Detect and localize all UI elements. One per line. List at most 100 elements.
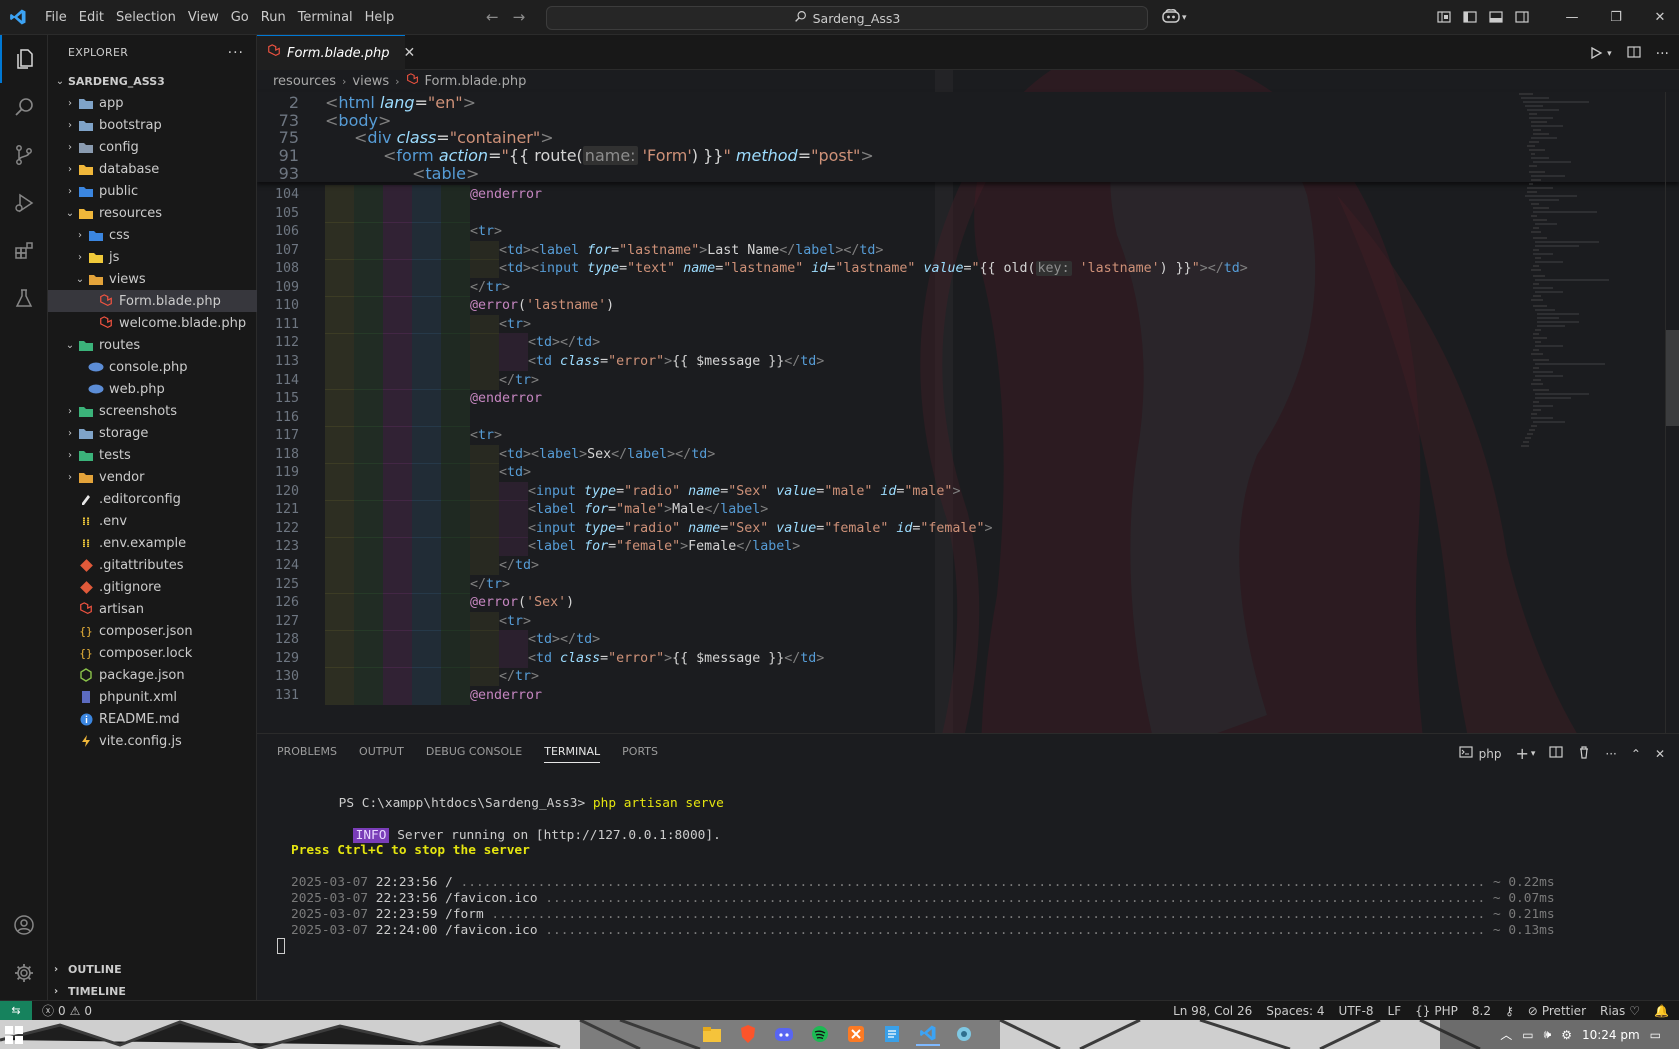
maximize-panel-icon[interactable]: ⌃: [1631, 747, 1641, 761]
tab-debug-console[interactable]: DEBUG CONSOLE: [426, 745, 522, 758]
run-icon[interactable]: [1589, 45, 1603, 64]
file-package-json[interactable]: package.json: [48, 664, 257, 686]
indentation[interactable]: Spaces: 4: [1266, 1004, 1324, 1018]
folder-public[interactable]: › public: [48, 180, 257, 202]
notepad-icon[interactable]: [880, 1022, 904, 1046]
code-line[interactable]: <td><label>Sex</label></td>: [499, 445, 715, 464]
code-line[interactable]: <html lang="en">: [325, 93, 476, 112]
file-welcome-blade-php[interactable]: welcome.blade.php: [48, 312, 257, 334]
folder-js[interactable]: › js: [48, 246, 257, 268]
file-artisan[interactable]: artisan: [48, 598, 257, 620]
maximize-button[interactable]: ❐: [1594, 0, 1638, 35]
file-gitattributes[interactable]: .gitattributes: [48, 554, 257, 576]
customize-layout-icon[interactable]: [1436, 9, 1452, 25]
code-line[interactable]: @enderror: [470, 686, 542, 705]
code-line[interactable]: <body>: [325, 111, 391, 130]
file-vite-config-js[interactable]: vite.config.js: [48, 730, 257, 752]
code-line[interactable]: </tr>: [499, 667, 539, 686]
code-line[interactable]: <tr>: [499, 612, 531, 631]
notifications-icon[interactable]: ▭: [1650, 1028, 1661, 1042]
code-line[interactable]: </tr>: [499, 371, 539, 390]
encoding[interactable]: UTF-8: [1339, 1004, 1374, 1018]
file-composer-json[interactable]: {} composer.json: [48, 620, 257, 642]
breadcrumb-item[interactable]: Form.blade.php: [425, 74, 527, 89]
account-icon[interactable]: [0, 901, 48, 949]
timeline-section[interactable]: › TIMELINE: [48, 980, 257, 1002]
code-line[interactable]: @enderror: [470, 185, 542, 204]
run-debug-icon[interactable]: [0, 179, 48, 227]
file-readme-md[interactable]: README.md: [48, 708, 257, 730]
folder-config[interactable]: › config: [48, 136, 257, 158]
toggle-panel-icon[interactable]: [1488, 9, 1504, 25]
code-line[interactable]: <input type="radio" name="Sex" value="fe…: [528, 519, 992, 538]
code-line[interactable]: <table>: [412, 164, 479, 183]
menu-go[interactable]: Go: [225, 0, 255, 35]
file-gitignore[interactable]: .gitignore: [48, 576, 257, 598]
command-center-search[interactable]: Sardeng_Ass3: [546, 6, 1148, 30]
folder-css[interactable]: › css: [48, 224, 257, 246]
settings-icon[interactable]: ⚙: [1561, 1028, 1572, 1042]
folder-database[interactable]: › database: [48, 158, 257, 180]
folder-tests[interactable]: › tests: [48, 444, 257, 466]
toggle-secondary-sidebar-icon[interactable]: [1514, 9, 1530, 25]
minimap[interactable]: [1519, 92, 1619, 492]
chevron-down-icon[interactable]: ▾: [1531, 749, 1536, 759]
more-actions-icon[interactable]: ···: [1656, 46, 1669, 62]
more-actions-icon[interactable]: ···: [228, 45, 244, 61]
tab-output[interactable]: OUTPUT: [359, 745, 404, 758]
code-line[interactable]: </tr>: [470, 575, 510, 594]
minimize-button[interactable]: —: [1550, 0, 1594, 35]
source-control-icon[interactable]: [0, 131, 48, 179]
sticky-scroll-header[interactable]: 2 <html lang="en"> 73 <body> 75 <div class="c…: [257, 92, 1679, 183]
folder-resources[interactable]: ⌄ resources: [48, 202, 257, 224]
copilot-button[interactable]: ▾: [1162, 8, 1187, 28]
code-line[interactable]: <div class="container">: [354, 128, 554, 147]
code-line[interactable]: </tr>: [470, 278, 510, 297]
code-line[interactable]: <label for="female">Female</label>: [528, 537, 800, 556]
line-ending[interactable]: LF: [1388, 1004, 1402, 1018]
account-status[interactable]: Rias ♡: [1600, 1004, 1640, 1018]
code-line[interactable]: <tr>: [470, 222, 502, 241]
file-explorer-icon[interactable]: [700, 1022, 724, 1046]
close-panel-icon[interactable]: ✕: [1655, 747, 1665, 761]
chevron-up-icon[interactable]: ︿: [1500, 1026, 1512, 1043]
file-web-php[interactable]: web.php: [48, 378, 257, 400]
network-icon[interactable]: ▭: [1522, 1028, 1533, 1042]
code-line[interactable]: <form action="{{ route(name: 'Form') }}"…: [383, 146, 874, 166]
code-line[interactable]: </td>: [499, 556, 539, 575]
trash-icon[interactable]: [1577, 745, 1591, 762]
menu-view[interactable]: View: [182, 0, 225, 35]
remote-indicator[interactable]: ⇆: [0, 1000, 32, 1021]
code-line[interactable]: <label for="male">Male</label>: [528, 500, 768, 519]
notifications-bell-icon[interactable]: 🔔: [1654, 1004, 1669, 1018]
outline-section[interactable]: › OUTLINE: [48, 958, 257, 980]
folder-routes[interactable]: ⌄ routes: [48, 334, 257, 356]
code-line[interactable]: @enderror: [470, 389, 542, 408]
tab-ports[interactable]: PORTS: [622, 745, 658, 758]
file-editorconfig[interactable]: .editorconfig: [48, 488, 257, 510]
search-icon[interactable]: [0, 83, 48, 131]
menu-run[interactable]: Run: [255, 0, 292, 35]
clock[interactable]: 10:24 pm: [1582, 1028, 1640, 1042]
app-icon[interactable]: [952, 1022, 976, 1046]
tab-terminal[interactable]: TERMINAL: [544, 745, 601, 763]
file-env-example[interactable]: ⁞⁞ .env.example: [48, 532, 257, 554]
file-phpunit-xml[interactable]: phpunit.xml: [48, 686, 257, 708]
split-editor-icon[interactable]: [1626, 44, 1642, 64]
code-line[interactable]: <tr>: [499, 315, 531, 334]
terminal-cursor[interactable]: [277, 938, 285, 955]
code-line[interactable]: <input type="radio" name="Sex" value="ma…: [528, 482, 960, 501]
php-version[interactable]: 8.2: [1472, 1004, 1491, 1018]
volume-icon[interactable]: 🕪: [1544, 1027, 1552, 1042]
discord-icon[interactable]: [772, 1022, 796, 1046]
settings-gear-icon[interactable]: [0, 949, 48, 997]
language-mode[interactable]: {} PHP: [1415, 1004, 1458, 1018]
key-icon[interactable]: ⚷: [1505, 1004, 1514, 1018]
new-terminal-icon[interactable]: +: [1515, 744, 1528, 763]
testing-icon[interactable]: [0, 275, 48, 323]
xampp-icon[interactable]: [844, 1022, 868, 1046]
explorer-icon[interactable]: [0, 35, 48, 83]
code-line[interactable]: <td></td>: [528, 333, 600, 352]
more-actions-icon[interactable]: ···: [1605, 747, 1616, 761]
problems-indicator[interactable]: ⓧ 0 ⚠ 0: [42, 1002, 92, 1019]
